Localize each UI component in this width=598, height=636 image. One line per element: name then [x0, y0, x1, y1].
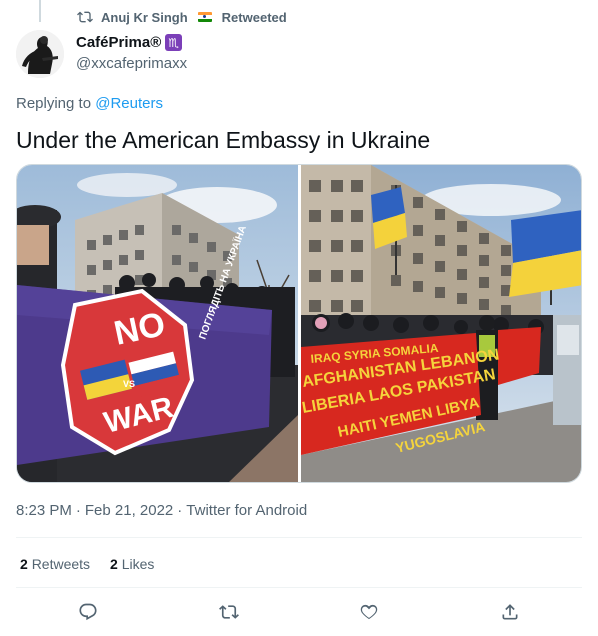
tweet-actions: [0, 600, 598, 624]
retweeter-name[interactable]: Anuj Kr Singh: [101, 10, 188, 25]
replying-to: Replying to @Reuters: [16, 95, 163, 112]
photo-right[interactable]: IRAQ SYRIA SOMALIA AFGHANISTAN LEBANON L…: [301, 165, 581, 482]
reply-mention-link[interactable]: @Reuters: [95, 95, 163, 112]
tweet-date: Feb 21, 2022: [84, 502, 174, 519]
media-grid: NO VS WAR ПОГЛЯДІТЬ НА УКРАЇНА IRAQ SYRI…: [16, 164, 582, 483]
share-icon: [502, 604, 518, 620]
tweet-stats: 2 Retweets 2 Likes: [20, 556, 154, 572]
banner-vs-text: VS: [123, 379, 135, 389]
likes-label: Likes: [121, 556, 155, 572]
tweet-source: Twitter for Android: [186, 502, 308, 519]
likes-stat[interactable]: 2 Likes: [110, 556, 154, 572]
retweet-icon: [77, 11, 93, 23]
likes-count: 2: [110, 556, 118, 572]
retweets-stat[interactable]: 2 Retweets: [20, 556, 90, 572]
retweeted-label: Retweeted: [221, 9, 287, 25]
author-name[interactable]: CaféPrima® ♏: [76, 34, 183, 51]
divider: [16, 537, 582, 538]
thread-connector-line: [39, 0, 41, 22]
reply-icon: [79, 603, 97, 621]
india-flag-icon: [197, 12, 212, 22]
like-button[interactable]: [357, 600, 381, 624]
avatar[interactable]: [16, 30, 64, 78]
retweet-button[interactable]: [217, 600, 241, 624]
author-handle[interactable]: @xxcafeprimaxx: [76, 55, 187, 72]
retweets-count: 2: [20, 556, 28, 572]
author-display-name: CaféPrima®: [76, 34, 162, 51]
retweet-context: Anuj Kr Singh Retweeted: [77, 8, 287, 26]
replying-to-label: Replying to: [16, 95, 92, 112]
retweet-action-icon: [219, 605, 239, 619]
share-button[interactable]: [498, 600, 522, 624]
photo-left[interactable]: NO VS WAR ПОГЛЯДІТЬ НА УКРАЇНА: [17, 165, 298, 482]
reply-button[interactable]: [76, 600, 100, 624]
retweets-label: Retweets: [31, 556, 91, 572]
divider: [16, 587, 582, 588]
tweet-time: 8:23 PM: [16, 502, 72, 519]
like-icon: [360, 604, 378, 620]
tweet-text: Under the American Embassy in Ukraine: [16, 127, 431, 153]
timestamp-separator: ·: [75, 502, 81, 519]
scorpio-icon: ♏: [165, 34, 183, 51]
source-separator: ·: [177, 502, 183, 519]
tweet-timestamp[interactable]: 8:23 PM · Feb 21, 2022 · Twitter for And…: [16, 502, 307, 519]
